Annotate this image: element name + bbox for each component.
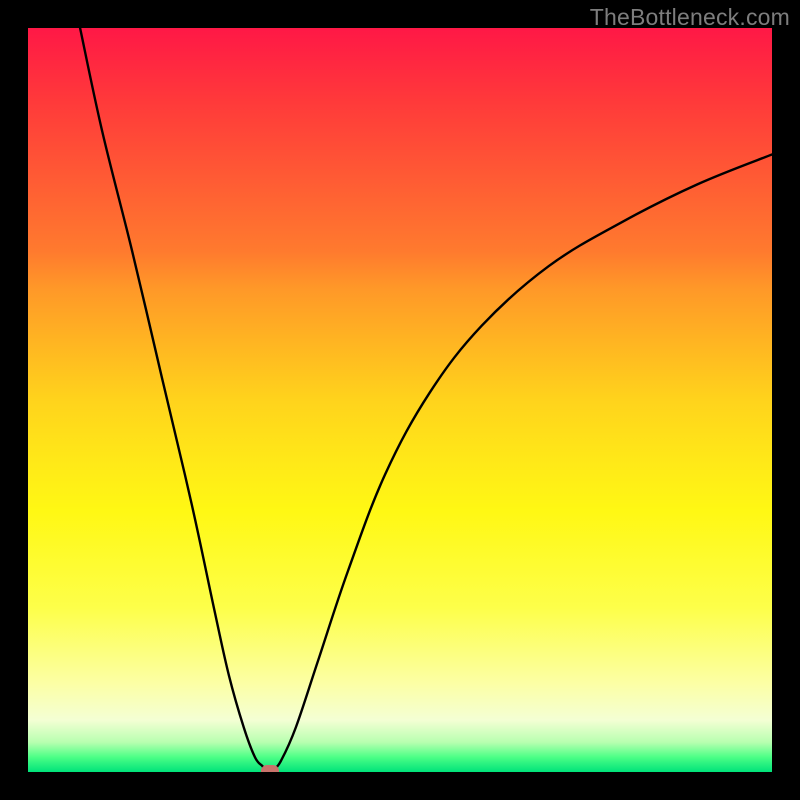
plot-area bbox=[28, 28, 772, 772]
bottleneck-curve bbox=[28, 28, 772, 772]
chart-frame: TheBottleneck.com bbox=[0, 0, 800, 800]
bottleneck-marker bbox=[261, 765, 279, 773]
watermark-text: TheBottleneck.com bbox=[590, 4, 790, 31]
